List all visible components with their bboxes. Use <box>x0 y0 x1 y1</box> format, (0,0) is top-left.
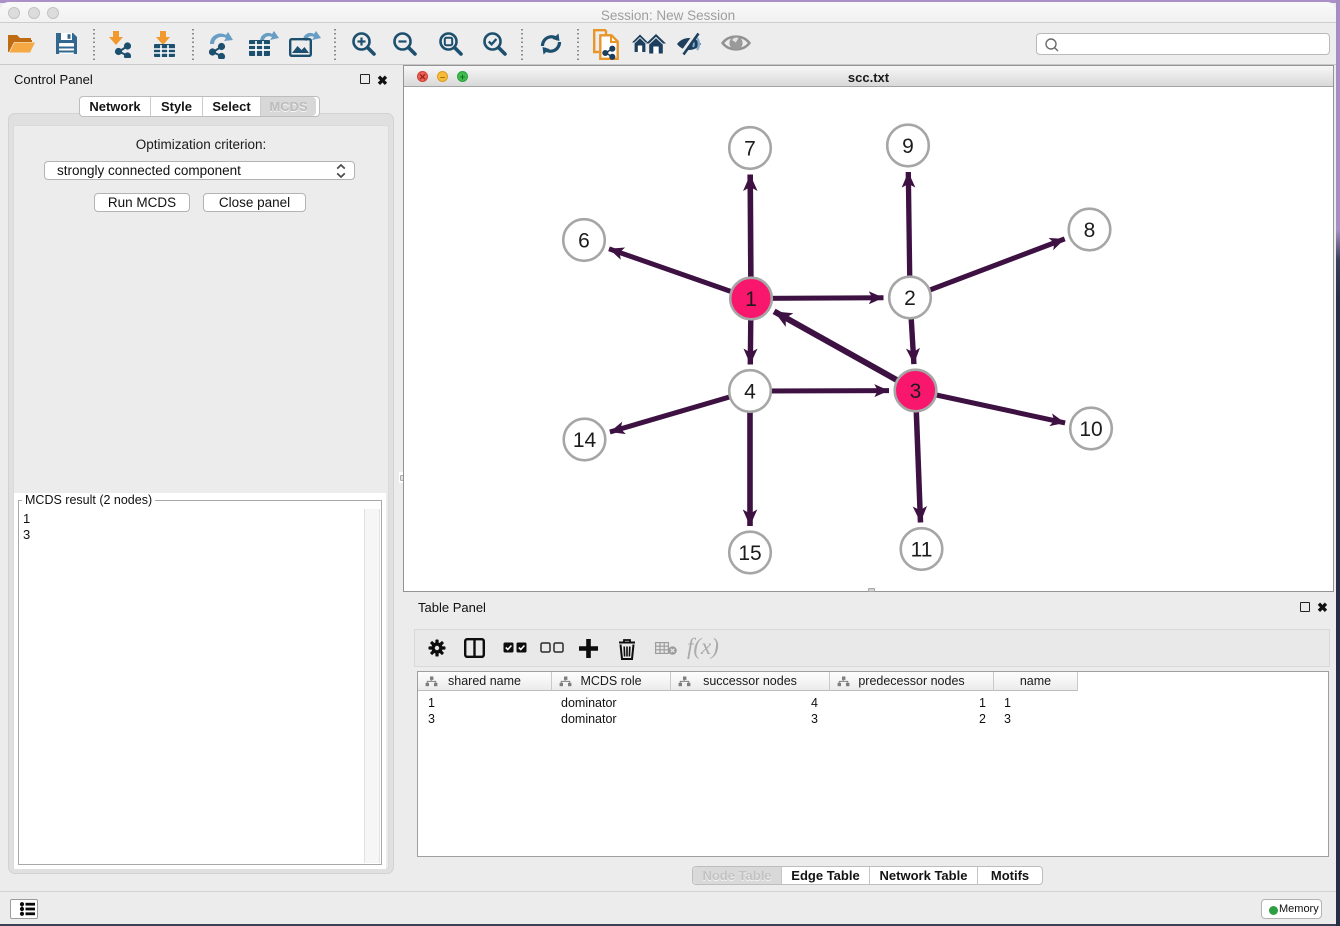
svg-text:4: 4 <box>744 381 756 404</box>
svg-text:6: 6 <box>578 230 590 253</box>
svg-text:7: 7 <box>744 138 756 161</box>
svg-text:10: 10 <box>1079 418 1102 441</box>
svg-text:3: 3 <box>910 380 922 403</box>
svg-text:2: 2 <box>904 287 916 310</box>
svg-text:11: 11 <box>911 539 933 562</box>
svg-text:1: 1 <box>745 288 757 311</box>
svg-text:14: 14 <box>573 429 597 452</box>
svg-text:15: 15 <box>738 542 761 565</box>
svg-text:9: 9 <box>902 135 914 158</box>
svg-text:8: 8 <box>1084 219 1096 242</box>
